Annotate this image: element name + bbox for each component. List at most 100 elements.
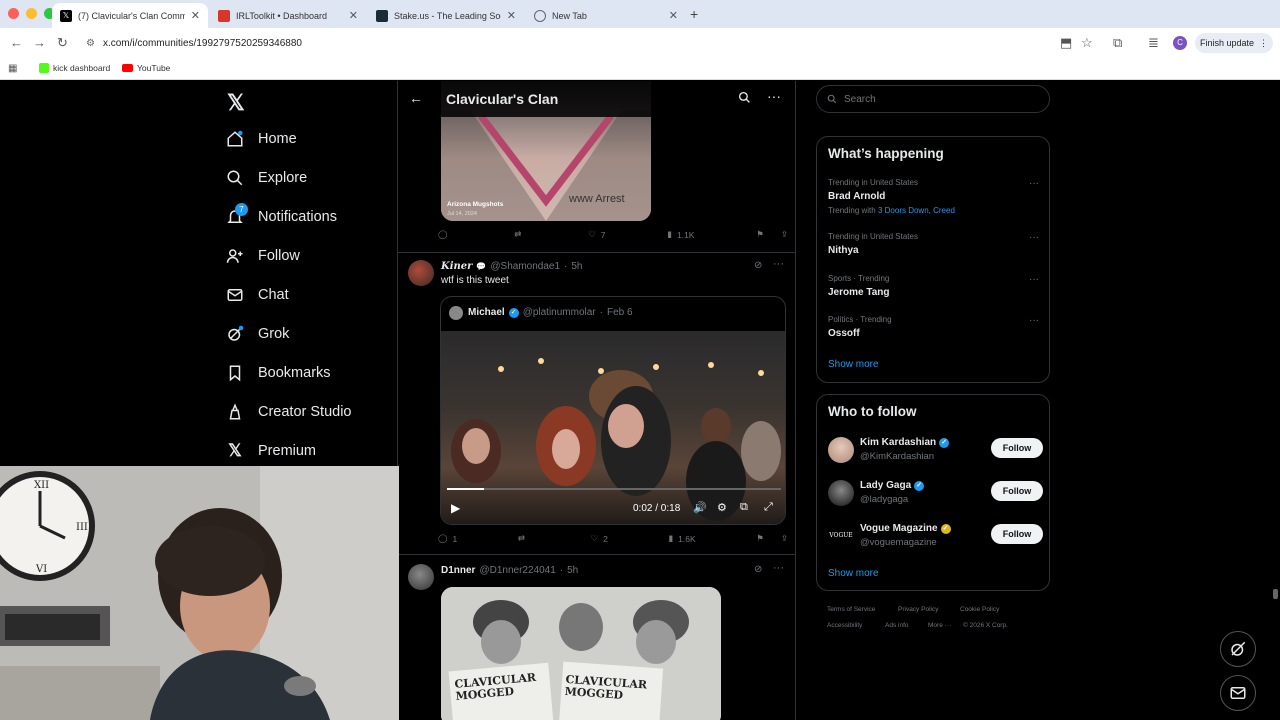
new-tab-icon[interactable]: + bbox=[690, 6, 698, 22]
verified-badge-icon: ✓ bbox=[914, 480, 925, 491]
volume-icon[interactable]: 🔊 bbox=[693, 501, 707, 514]
play-icon[interactable]: ▶ bbox=[451, 501, 460, 515]
x-logo-icon[interactable]: 𝕏 bbox=[227, 90, 245, 116]
forward-arrow-icon[interactable]: → bbox=[33, 35, 46, 50]
share-icon[interactable]: ⇪ bbox=[781, 533, 788, 544]
more-options-icon[interactable]: ··· bbox=[1029, 178, 1039, 189]
bookmark-star-icon[interactable]: ☆ bbox=[1081, 35, 1093, 51]
follow-suggestion[interactable]: Kim Kardashian ✓ @KimKardashian Follow bbox=[828, 435, 1043, 465]
more-vertical-icon: ⋮ bbox=[1259, 37, 1269, 48]
show-more-link[interactable]: Show more bbox=[828, 568, 879, 579]
search-box[interactable] bbox=[816, 85, 1050, 113]
views-button[interactable]: ▮ 1.6K bbox=[668, 533, 695, 544]
tab-irltoolkit[interactable]: IRLToolkit • Dashboard ✕ bbox=[210, 3, 366, 28]
grok-icon bbox=[226, 325, 244, 343]
tab-new-tab[interactable]: New Tab ✕ bbox=[526, 3, 686, 28]
more-options-icon[interactable]: ··· bbox=[1029, 232, 1039, 243]
minimize-window-button[interactable] bbox=[26, 8, 37, 19]
search-input[interactable] bbox=[844, 93, 1034, 105]
vogue-logo-avatar[interactable]: VOGUE bbox=[828, 523, 854, 549]
close-tab-icon[interactable]: ✕ bbox=[669, 9, 678, 22]
nav-notifications[interactable]: 7 Notifications bbox=[226, 203, 337, 229]
bookmark-button[interactable]: ⚑ ⇪ bbox=[756, 533, 788, 544]
window-controls bbox=[8, 8, 55, 19]
reply-button[interactable]: ◯ bbox=[438, 229, 453, 240]
share-icon[interactable]: ⇪ bbox=[781, 229, 788, 240]
show-more-link[interactable]: Show more bbox=[828, 359, 879, 370]
grok-analyze-icon[interactable]: ⊘ bbox=[754, 564, 762, 575]
nav-bookmarks[interactable]: Bookmarks bbox=[226, 361, 331, 385]
extensions-icon[interactable]: ≣ bbox=[1148, 35, 1159, 51]
bookmark-button[interactable]: ⚑ ⇪ bbox=[756, 229, 788, 240]
close-tab-icon[interactable]: ✕ bbox=[191, 9, 200, 22]
browser-toolbar: ← → ↻ ⚙ x.com/i/communities/199279752025… bbox=[0, 28, 1280, 58]
video-player[interactable]: ▶ 0:02 / 0:18 🔊 ⚙ ⧉ ⤢ bbox=[441, 331, 785, 524]
avatar[interactable] bbox=[408, 260, 434, 286]
bookmark-kick-dashboard[interactable]: kick dashboard bbox=[39, 63, 110, 73]
tab-stake[interactable]: Stake.us - The Leading Soci ✕ bbox=[368, 3, 524, 28]
mail-icon bbox=[1230, 687, 1246, 699]
back-arrow-icon[interactable]: ← bbox=[10, 35, 23, 50]
site-settings-icon[interactable]: ⚙ bbox=[86, 38, 95, 49]
nav-explore[interactable]: Explore bbox=[226, 166, 307, 190]
quote-tweet[interactable]: Michael ✓ @platinummolar · Feb 6 ▶ 0:02 … bbox=[440, 296, 786, 525]
install-icon[interactable]: ⬒ bbox=[1060, 35, 1072, 51]
more-options-icon[interactable]: ··· bbox=[773, 258, 784, 270]
fullscreen-icon[interactable]: ⤢ bbox=[764, 501, 773, 514]
bookmark-icon: ⚑ bbox=[756, 229, 764, 239]
bookmark-youtube[interactable]: YouTube bbox=[122, 63, 170, 73]
follow-suggestion[interactable]: Lady Gaga ✓ @ladygaga Follow bbox=[828, 478, 1043, 508]
reload-icon[interactable]: ↻ bbox=[57, 35, 68, 51]
address-bar[interactable]: ⚙ x.com/i/communities/199279752025934688… bbox=[80, 32, 1096, 54]
search-icon[interactable] bbox=[738, 91, 751, 109]
more-options-icon[interactable]: ··· bbox=[773, 562, 784, 574]
more-options-icon[interactable]: ··· bbox=[1029, 274, 1039, 285]
nav-follow[interactable]: Follow bbox=[226, 244, 300, 268]
views-button[interactable]: ▮ 1.1K bbox=[667, 229, 694, 240]
avatar[interactable] bbox=[828, 480, 854, 506]
messages-floating-button[interactable] bbox=[1220, 675, 1256, 711]
finish-update-button[interactable]: Finish update ⋮ bbox=[1195, 33, 1273, 53]
community-timeline: ← Clavicular's Clan ··· Arizona Mugshots… bbox=[397, 81, 796, 720]
close-tab-icon[interactable]: ✕ bbox=[507, 9, 516, 22]
follow-button[interactable]: Follow bbox=[991, 481, 1043, 501]
like-button[interactable]: ♡ 7 bbox=[588, 229, 605, 240]
retweet-button[interactable]: ⇄ bbox=[518, 533, 530, 544]
more-options-icon[interactable]: ··· bbox=[767, 88, 781, 104]
grok-analyze-icon[interactable]: ⊘ bbox=[754, 260, 762, 271]
tab-clavicular-clan[interactable]: 𝕏 (7) Clavicular's Clan Commun ✕ bbox=[52, 3, 208, 28]
nav-chat[interactable]: Chat bbox=[226, 283, 289, 307]
trend-item[interactable]: Politics · Trending Ossoff ··· bbox=[828, 315, 1043, 339]
back-arrow-icon[interactable]: ← bbox=[409, 90, 423, 106]
video-progress-track[interactable] bbox=[447, 488, 781, 490]
bookmarks-bar: ▦ kick dashboard YouTube bbox=[0, 58, 1280, 80]
apps-grid-icon[interactable]: ▦ bbox=[8, 63, 17, 74]
nav-grok[interactable]: Grok bbox=[226, 322, 289, 346]
nav-home[interactable]: Home bbox=[226, 127, 297, 151]
reply-button[interactable]: ◯ 1 bbox=[438, 533, 457, 544]
bell-icon: 7 bbox=[226, 203, 248, 226]
follow-button[interactable]: Follow bbox=[991, 524, 1043, 544]
grok-floating-button[interactable] bbox=[1220, 631, 1256, 667]
follow-suggestion[interactable]: VOGUE Vogue Magazine ✓ @voguemagazine Fol… bbox=[828, 521, 1043, 551]
more-options-icon[interactable]: ··· bbox=[1029, 315, 1039, 326]
close-tab-icon[interactable]: ✕ bbox=[349, 9, 358, 22]
nav-creator-studio[interactable]: Creator Studio bbox=[226, 400, 352, 424]
follow-button[interactable]: Follow bbox=[991, 438, 1043, 458]
nav-premium[interactable]: 𝕏 Premium bbox=[226, 439, 316, 463]
trend-item[interactable]: Trending in United States Nithya ··· bbox=[828, 232, 1043, 256]
trend-item[interactable]: Sports · Trending Jerome Tang ··· bbox=[828, 274, 1043, 298]
profile-avatar[interactable]: C bbox=[1173, 36, 1187, 50]
avatar[interactable] bbox=[408, 564, 434, 590]
tweet-image[interactable]: CLAVICULAR MOGGED CLAVICULAR MOGGED bbox=[441, 587, 721, 720]
retweet-button[interactable]: ⇄ bbox=[514, 229, 526, 240]
pip-icon[interactable]: ⧉ bbox=[740, 501, 748, 514]
like-button[interactable]: ♡ 2 bbox=[591, 533, 608, 544]
page-scrollbar[interactable] bbox=[1273, 589, 1278, 599]
reading-icon[interactable]: ⧉ bbox=[1113, 35, 1122, 51]
trend-item[interactable]: Trending in United States Brad Arnold Tr… bbox=[828, 178, 1043, 215]
avatar[interactable] bbox=[828, 437, 854, 463]
settings-icon[interactable]: ⚙ bbox=[717, 501, 727, 514]
tweet-header: 𝑲𝒊𝒏𝒆𝒓 💬 @Shamondae1 · 5h bbox=[441, 261, 583, 272]
close-window-button[interactable] bbox=[8, 8, 19, 19]
